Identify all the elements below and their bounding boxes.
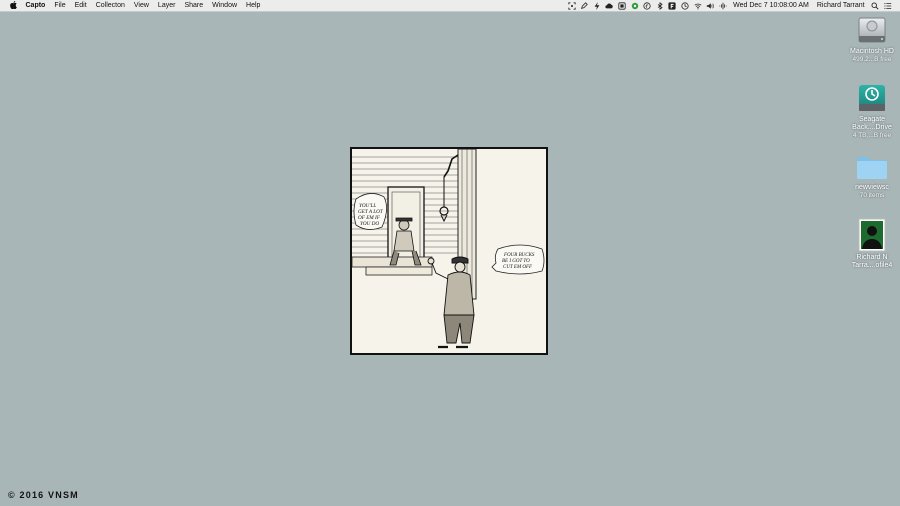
menu-edit[interactable]: Edit (70, 0, 91, 11)
bluetooth-icon[interactable] (655, 1, 664, 10)
image-file-icon (858, 218, 886, 252)
copyright-icon[interactable] (643, 1, 652, 10)
menu-bar-status: Wed Dec 7 10:08:00 AM Richard Tarrant (565, 0, 900, 11)
pen-icon[interactable] (580, 1, 589, 10)
spotlight-search-icon[interactable] (870, 1, 879, 10)
green-dot-icon[interactable] (630, 1, 639, 10)
capto-icon[interactable] (618, 1, 627, 10)
svg-text:FOUR BUCKS BE I GOT TO: FOUR BUCKS BE I GOT TO CUT EM OFF (502, 253, 536, 270)
desktop-icon-label: Richard N (856, 254, 888, 261)
wifi-icon[interactable] (693, 1, 702, 10)
menu-help[interactable]: Help (242, 0, 265, 11)
desktop-icon-newviewsc[interactable]: newviewsc 70 items (844, 152, 900, 200)
desktop-icon-seagate[interactable]: Seagate Back....Drive 4 TB,...B free (844, 82, 900, 140)
menu-file[interactable]: File (50, 0, 70, 11)
menu-bar-left: Capto File Edit Collecton View Layer Sha… (0, 0, 265, 11)
menu-view[interactable]: View (129, 0, 153, 11)
desktop-icon-label-line2: Tarra....ofile4 (851, 262, 893, 269)
volume-icon[interactable] (706, 1, 715, 10)
desktop-icon-label: newviewsc (855, 184, 889, 191)
time-machine-drive-icon (859, 85, 885, 111)
right-bubble-line-3: CUT EM OFF (503, 265, 533, 270)
screen-capture-icon[interactable] (567, 1, 576, 10)
copyright-watermark: © 2016 VNSM (8, 490, 79, 500)
creative-cloud-icon[interactable] (605, 1, 614, 10)
f-app-icon[interactable] (668, 1, 677, 10)
menu-collection[interactable]: Collecton (91, 0, 129, 11)
audio-icon[interactable] (718, 1, 727, 10)
desktop-icon-label: Macintosh HD (850, 48, 894, 55)
menu-layer[interactable]: Layer (153, 0, 180, 11)
menu-bar: Capto File Edit Collecton View Layer Sha… (0, 0, 900, 12)
desktop-icon-macintosh-hd[interactable]: Macintosh HD 499.2...B free (844, 14, 900, 64)
notification-center-icon[interactable] (883, 1, 892, 10)
desktop-icon-info: 70 items (859, 192, 885, 199)
menu-app-name[interactable]: Capto (21, 0, 50, 11)
folder-icon (857, 157, 887, 179)
desktop-icon-richard-profile[interactable]: Richard N Tarra....ofile4 (844, 218, 900, 270)
desktop-icon-info: 499.2...B free (852, 56, 892, 63)
menu-window[interactable]: Window (208, 0, 242, 11)
time-machine-icon[interactable] (681, 1, 690, 10)
apple-logo-icon[interactable] (5, 0, 21, 11)
menu-share[interactable]: Share (180, 0, 208, 11)
left-bubble-line-4: YOU DO (360, 221, 379, 227)
desktop-icon-label-line2: Back....Drive (852, 124, 892, 131)
sketch-artwork-window: YOU'LL GET A LOT OF EM IF YOU DO FOUR BU… (350, 147, 548, 355)
sketch-illustration: YOU'LL GET A LOT OF EM IF YOU DO FOUR BU… (352, 149, 545, 349)
right-bubble-line-1: FOUR BUCKS (503, 253, 535, 258)
desktop-icon-label: Seagate (858, 116, 886, 123)
hard-drive-icon (858, 17, 886, 43)
desktop-icon-info: 4 TB,...B free (852, 132, 892, 139)
right-bubble-line-2: BE I GOT TO (502, 259, 530, 264)
menu-clock[interactable]: Wed Dec 7 10:08:00 AM (733, 0, 809, 11)
bolt-icon[interactable] (592, 1, 601, 10)
menu-user-name[interactable]: Richard Tarrant (817, 0, 865, 11)
